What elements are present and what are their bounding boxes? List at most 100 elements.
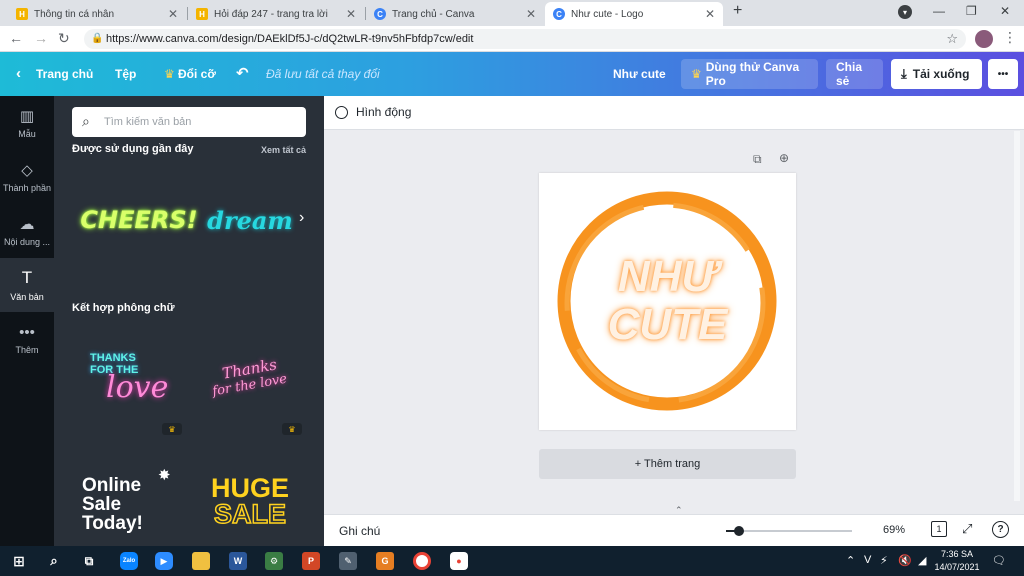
tab-nhu-cute[interactable]: C Như cute - Logo ✕: [545, 2, 723, 26]
close-icon[interactable]: ✕: [705, 7, 715, 21]
animate-button[interactable]: Hình động: [335, 105, 411, 119]
crown-icon: ♛: [162, 423, 182, 435]
sidebar-item-templates[interactable]: ▥ Mẫu: [0, 96, 54, 150]
page-count[interactable]: 1: [931, 521, 947, 537]
recent-text-dream[interactable]: dream: [202, 196, 298, 244]
layout-icon: ▥: [19, 108, 35, 125]
task-view-icon[interactable]: ⧉: [80, 552, 98, 570]
text-panel: ⌕ Tìm kiếm văn bản Được sử dụng gần đây …: [54, 96, 324, 546]
crown-icon: ♛: [282, 423, 302, 435]
browser-tab-bar: H Thông tin cá nhân ✕ H Hỏi đáp 247 - tr…: [0, 0, 1024, 26]
undo-icon[interactable]: ↶: [236, 64, 249, 82]
tray-chevron-up-icon[interactable]: ⌃: [846, 554, 855, 567]
h-logo-icon: H: [196, 8, 208, 20]
folder-icon[interactable]: [192, 552, 210, 570]
help-button[interactable]: ?: [992, 521, 1009, 538]
more-icon: •••: [19, 323, 35, 341]
resize-button[interactable]: Đổi cỡ: [178, 67, 216, 81]
logo-text-line2: CUTE: [607, 300, 728, 349]
scrollbar[interactable]: [1014, 131, 1020, 501]
zoom-slider-handle[interactable]: [734, 526, 744, 536]
tab-search-icon[interactable]: ▾: [898, 5, 912, 19]
close-icon[interactable]: ✕: [346, 7, 356, 21]
sidebar-item-more[interactable]: ••• Thêm: [0, 312, 54, 366]
window-close-icon[interactable]: ✕: [1000, 4, 1010, 18]
sidebar-item-text[interactable]: T Văn bản: [0, 258, 54, 312]
combo-thanks-for-the-love[interactable]: Thanks for the love: [194, 336, 306, 416]
add-page-button[interactable]: + Thêm trang: [539, 449, 796, 479]
app-red-icon[interactable]: ●: [450, 552, 468, 570]
powerpoint-icon[interactable]: P: [302, 552, 320, 570]
word-icon[interactable]: W: [229, 552, 247, 570]
add-page-icon[interactable]: ⊕: [779, 151, 789, 165]
minimize-icon[interactable]: —: [933, 4, 945, 18]
input-language[interactable]: V: [864, 554, 871, 566]
upload-icon: ☁: [19, 216, 35, 233]
chevron-right-icon[interactable]: ›: [299, 209, 304, 227]
chevron-left-icon[interactable]: ‹: [16, 65, 21, 82]
editor-workspace: Hình động ⧉ ⊕ NHƯ CUTE + Thêm trang ⌃ Gh…: [324, 96, 1024, 546]
close-icon[interactable]: ✕: [168, 7, 178, 21]
wifi-icon[interactable]: ◢: [918, 554, 926, 567]
more-options-button[interactable]: •••: [988, 59, 1018, 89]
notes-button[interactable]: Ghi chú: [339, 524, 380, 538]
combo-huge-sale[interactable]: HUGE SALE: [202, 472, 298, 530]
design-name[interactable]: Như cute: [613, 67, 666, 81]
share-button[interactable]: Chia sẻ: [826, 59, 883, 89]
home-link[interactable]: Trang chủ: [36, 67, 93, 81]
search-icon: ⌕: [82, 113, 90, 129]
close-icon[interactable]: ✕: [526, 7, 536, 21]
windows-start-icon[interactable]: ⊞: [10, 552, 28, 570]
editor-toolbar: Hình động: [324, 96, 1024, 130]
reload-icon[interactable]: ↻: [58, 30, 70, 47]
sidebar-item-uploads[interactable]: ☁ Nội dung ...: [0, 204, 54, 258]
crown-icon: ♛: [164, 67, 175, 81]
menu-dots-icon[interactable]: ⋮: [1003, 29, 1017, 46]
text-icon: T: [21, 268, 33, 287]
clock-time[interactable]: 7:36 SA: [934, 549, 980, 559]
new-tab-button[interactable]: +: [733, 2, 742, 20]
shapes-icon: ◇: [21, 162, 33, 179]
download-icon: ⤓: [901, 66, 907, 81]
zoom-app-icon[interactable]: ▶: [155, 552, 173, 570]
sidebar-rail: ▥ Mẫu ◇ Thành phần ☁ Nội dung ... T Văn …: [0, 96, 54, 546]
notifications-icon[interactable]: 🗨: [992, 554, 1006, 567]
duplicate-page-icon[interactable]: ⧉: [753, 152, 762, 167]
tab-hoi-dap[interactable]: H Hỏi đáp 247 - trang tra lời ✕: [188, 2, 364, 26]
chrome-icon[interactable]: [413, 552, 431, 570]
see-all-link[interactable]: Xem tất cả: [261, 145, 306, 155]
fullscreen-icon[interactable]: ⤢: [962, 521, 972, 537]
file-menu[interactable]: Tệp: [115, 67, 136, 81]
font-combos-heading: Kết hợp phông chữ: [72, 302, 175, 314]
zalo-icon[interactable]: Zalo: [120, 552, 138, 570]
lock-icon: 🔒: [91, 33, 104, 44]
back-icon[interactable]: ←: [9, 30, 23, 46]
save-status: Đã lưu tất cả thay đổi: [266, 67, 380, 81]
recent-text-cheers[interactable]: CHEERS!: [80, 196, 197, 244]
tab-canva-home[interactable]: C Trang chủ - Canva ✕: [366, 2, 544, 26]
search-input[interactable]: ⌕ Tìm kiếm văn bản: [72, 107, 306, 137]
zoom-slider[interactable]: [726, 526, 852, 536]
download-button[interactable]: ⤓ Tải xuống: [891, 59, 982, 89]
network-off-icon[interactable]: ⚡: [880, 554, 888, 567]
sidebar-item-elements[interactable]: ◇ Thành phần: [0, 150, 54, 204]
url-field[interactable]: 🔒 https://www.canva.com/design/DAEklDf5J…: [84, 29, 966, 49]
maximize-icon[interactable]: ❐: [966, 4, 977, 18]
tab-thong-tin[interactable]: H Thông tin cá nhân ✕: [8, 2, 186, 26]
try-pro-button[interactable]: ♛ Dùng thử Canva Pro: [681, 59, 818, 89]
design-page[interactable]: NHƯ CUTE: [539, 173, 796, 430]
bookmark-star-icon[interactable]: ☆: [946, 31, 958, 47]
app-icon[interactable]: ⚙: [265, 552, 283, 570]
app-orange-icon[interactable]: G: [376, 552, 394, 570]
search-icon[interactable]: ⌕: [45, 552, 63, 570]
avatar[interactable]: [975, 30, 993, 48]
paint-icon[interactable]: ✎: [339, 552, 357, 570]
clock-date[interactable]: 14/07/2021: [934, 562, 980, 572]
editor-footer: Ghi chú 69% 1 ⤢ ?: [324, 514, 1024, 546]
logo-text-line1: NHƯ: [617, 252, 718, 301]
volume-muted-icon[interactable]: 🔇: [898, 554, 912, 567]
forward-icon[interactable]: →: [34, 30, 48, 46]
editor-header: ‹ Trang chủ Tệp ♛ Đổi cỡ ↶ Đã lưu tất cả…: [0, 52, 1024, 96]
combo-thanks-love[interactable]: THANKS FOR THE love: [72, 328, 184, 428]
zoom-level[interactable]: 69%: [883, 524, 905, 536]
